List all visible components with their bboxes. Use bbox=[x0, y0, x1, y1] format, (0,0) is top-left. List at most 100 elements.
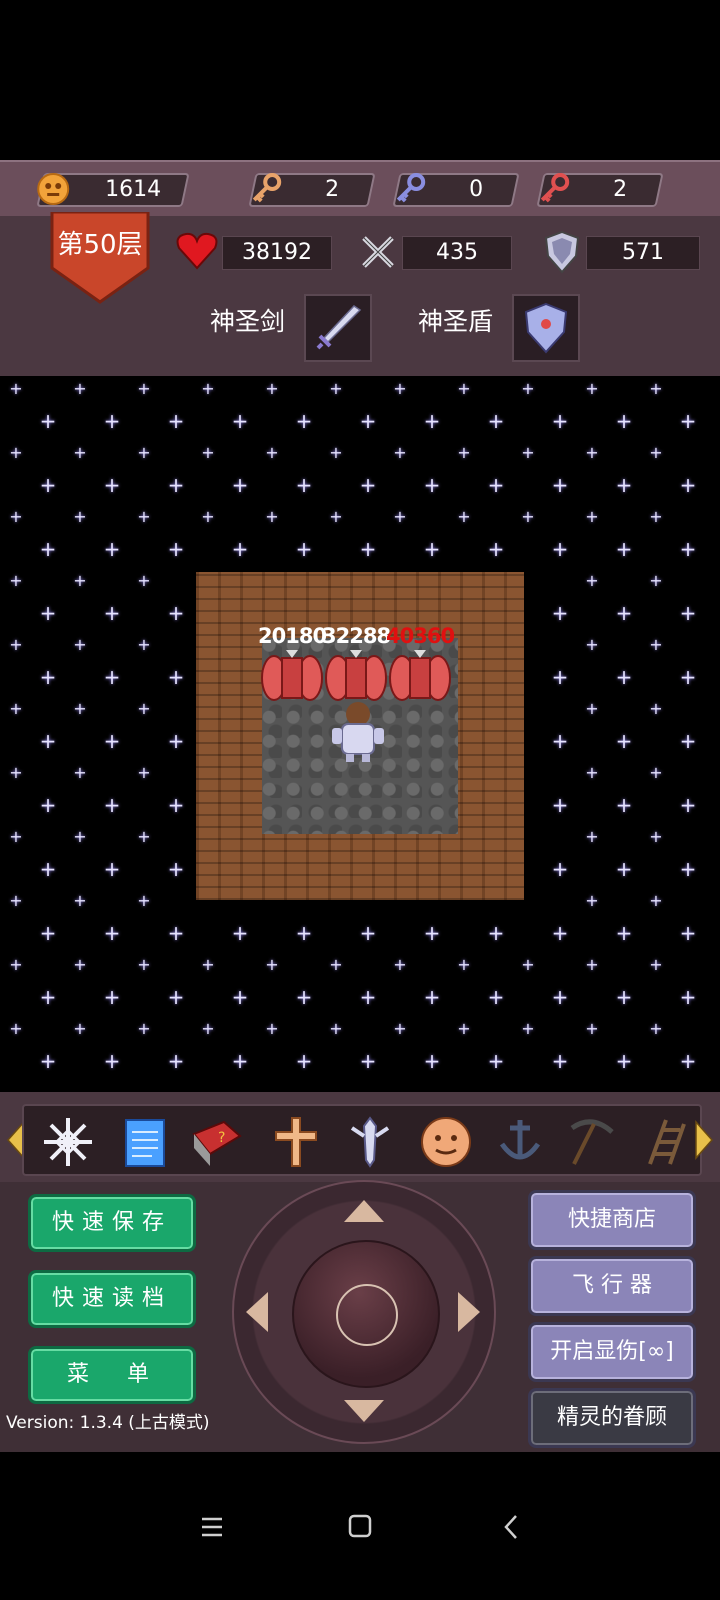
red-key-counter: 2 bbox=[536, 173, 664, 207]
scroll-right-arrow-icon[interactable] bbox=[694, 1120, 714, 1160]
pickaxe-item-icon[interactable] bbox=[564, 1114, 620, 1170]
home-icon[interactable] bbox=[348, 1514, 372, 1538]
star-sparkle-icon: + bbox=[73, 379, 87, 398]
notepad-item-icon[interactable] bbox=[118, 1114, 174, 1170]
star-sparkle-icon: + bbox=[649, 955, 663, 974]
dpad-center-ring bbox=[336, 1284, 398, 1346]
defense-box: 571 bbox=[586, 236, 700, 270]
star-sparkle-icon: + bbox=[265, 1019, 279, 1038]
star-sparkle-icon: + bbox=[679, 985, 697, 1009]
red-knight-monster-1[interactable] bbox=[260, 648, 324, 706]
menu-button[interactable]: 菜 单 bbox=[28, 1346, 196, 1404]
star-sparkle-icon: + bbox=[167, 985, 185, 1009]
star-sparkle-icon: + bbox=[167, 537, 185, 561]
star-sparkle-icon: + bbox=[649, 891, 663, 910]
monster-book-item-icon[interactable]: ? bbox=[188, 1114, 244, 1170]
hero-character[interactable] bbox=[326, 700, 390, 764]
shield-slot[interactable] bbox=[512, 294, 580, 362]
snowflake-item-icon[interactable] bbox=[40, 1114, 96, 1170]
star-sparkle-icon: + bbox=[585, 443, 599, 462]
star-sparkle-icon: + bbox=[137, 571, 151, 590]
coin-count: 1614 bbox=[105, 177, 162, 202]
star-sparkle-icon: + bbox=[521, 955, 535, 974]
star-sparkle-icon: + bbox=[649, 507, 663, 526]
fairy-blessing-button[interactable]: 精灵的眷顾 bbox=[528, 1388, 696, 1448]
quick-load-button[interactable]: 快速读档 bbox=[28, 1270, 196, 1328]
star-sparkle-icon: + bbox=[73, 635, 87, 654]
ladder-item-icon[interactable] bbox=[636, 1114, 686, 1170]
quick-save-button[interactable]: 快速保存 bbox=[28, 1194, 196, 1252]
star-sparkle-icon: + bbox=[487, 921, 505, 945]
game-map[interactable]: + + + + + + + + + + + + + + + + + + + + + + + + + + + + + + + + + + + + + + + +… bbox=[0, 376, 720, 1088]
floor-label: 第50层 bbox=[57, 230, 143, 260]
back-icon[interactable] bbox=[502, 1514, 520, 1540]
red-knight-monster-2[interactable] bbox=[324, 648, 388, 706]
star-sparkle-icon: + bbox=[487, 473, 505, 497]
star-sparkle-icon: + bbox=[615, 409, 633, 433]
red-knight-monster-3[interactable] bbox=[388, 648, 452, 706]
star-sparkle-icon: + bbox=[9, 891, 23, 910]
star-sparkle-icon: + bbox=[679, 1049, 697, 1073]
star-sparkle-icon: + bbox=[39, 1049, 57, 1073]
quick-shop-button[interactable]: 快捷商店 bbox=[528, 1190, 696, 1250]
star-sparkle-icon: + bbox=[167, 473, 185, 497]
monkey-face-item-icon[interactable] bbox=[418, 1114, 474, 1170]
dpad-left-arrow-icon[interactable] bbox=[246, 1292, 268, 1332]
direction-pad[interactable] bbox=[232, 1180, 496, 1444]
star-sparkle-icon: + bbox=[521, 1019, 535, 1038]
star-sparkle-icon: + bbox=[9, 763, 23, 782]
flyer-button[interactable]: 飞 行 器 bbox=[528, 1256, 696, 1316]
star-sparkle-icon: + bbox=[423, 409, 441, 433]
dpad-up-arrow-icon[interactable] bbox=[344, 1200, 384, 1222]
dpad-down-arrow-icon[interactable] bbox=[344, 1400, 384, 1422]
coin-counter: 1614 bbox=[36, 173, 190, 207]
recent-apps-icon[interactable] bbox=[200, 1516, 224, 1538]
star-sparkle-icon: + bbox=[457, 507, 471, 526]
star-sparkle-icon: + bbox=[585, 827, 599, 846]
star-sparkle-icon: + bbox=[585, 379, 599, 398]
star-sparkle-icon: + bbox=[167, 793, 185, 817]
star-sparkle-icon: + bbox=[329, 1019, 343, 1038]
star-sparkle-icon: + bbox=[679, 409, 697, 433]
star-sparkle-icon: + bbox=[649, 571, 663, 590]
star-sparkle-icon: + bbox=[73, 571, 87, 590]
holy-cross-item-icon[interactable] bbox=[268, 1114, 324, 1170]
star-sparkle-icon: + bbox=[329, 379, 343, 398]
anchor-item-icon[interactable] bbox=[492, 1114, 548, 1170]
star-sparkle-icon: + bbox=[103, 1049, 121, 1073]
star-sparkle-icon: + bbox=[137, 891, 151, 910]
star-sparkle-icon: + bbox=[679, 921, 697, 945]
star-sparkle-icon: + bbox=[39, 793, 57, 817]
hp-value: 38192 bbox=[242, 240, 312, 265]
star-sparkle-icon: + bbox=[615, 793, 633, 817]
star-sparkle-icon: + bbox=[103, 537, 121, 561]
weapon-slot[interactable] bbox=[304, 294, 372, 362]
star-sparkle-icon: + bbox=[103, 729, 121, 753]
star-sparkle-icon: + bbox=[265, 443, 279, 462]
star-sparkle-icon: + bbox=[103, 665, 121, 689]
star-sparkle-icon: + bbox=[649, 379, 663, 398]
star-sparkle-icon: + bbox=[103, 985, 121, 1009]
star-sparkle-icon: + bbox=[423, 473, 441, 497]
star-sparkle-icon: + bbox=[615, 665, 633, 689]
star-sparkle-icon: + bbox=[423, 985, 441, 1009]
show-damage-button[interactable]: 开启显伤[∞] bbox=[528, 1322, 696, 1382]
star-sparkle-icon: + bbox=[359, 473, 377, 497]
star-sparkle-icon: + bbox=[39, 601, 57, 625]
star-sparkle-icon: + bbox=[615, 985, 633, 1009]
star-sparkle-icon: + bbox=[679, 729, 697, 753]
star-sparkle-icon: + bbox=[9, 1019, 23, 1038]
star-sparkle-icon: + bbox=[585, 571, 599, 590]
star-sparkle-icon: + bbox=[39, 985, 57, 1009]
star-sparkle-icon: + bbox=[551, 921, 569, 945]
star-sparkle-icon: + bbox=[103, 601, 121, 625]
dpad-right-arrow-icon[interactable] bbox=[458, 1292, 480, 1332]
star-sparkle-icon: + bbox=[615, 857, 633, 881]
winged-sword-item-icon[interactable] bbox=[342, 1114, 398, 1170]
star-sparkle-icon: + bbox=[585, 763, 599, 782]
dpad-knob[interactable] bbox=[292, 1240, 440, 1388]
star-sparkle-icon: + bbox=[73, 763, 87, 782]
system-nav-bar bbox=[0, 1452, 720, 1600]
star-sparkle-icon: + bbox=[359, 985, 377, 1009]
star-sparkle-icon: + bbox=[137, 379, 151, 398]
